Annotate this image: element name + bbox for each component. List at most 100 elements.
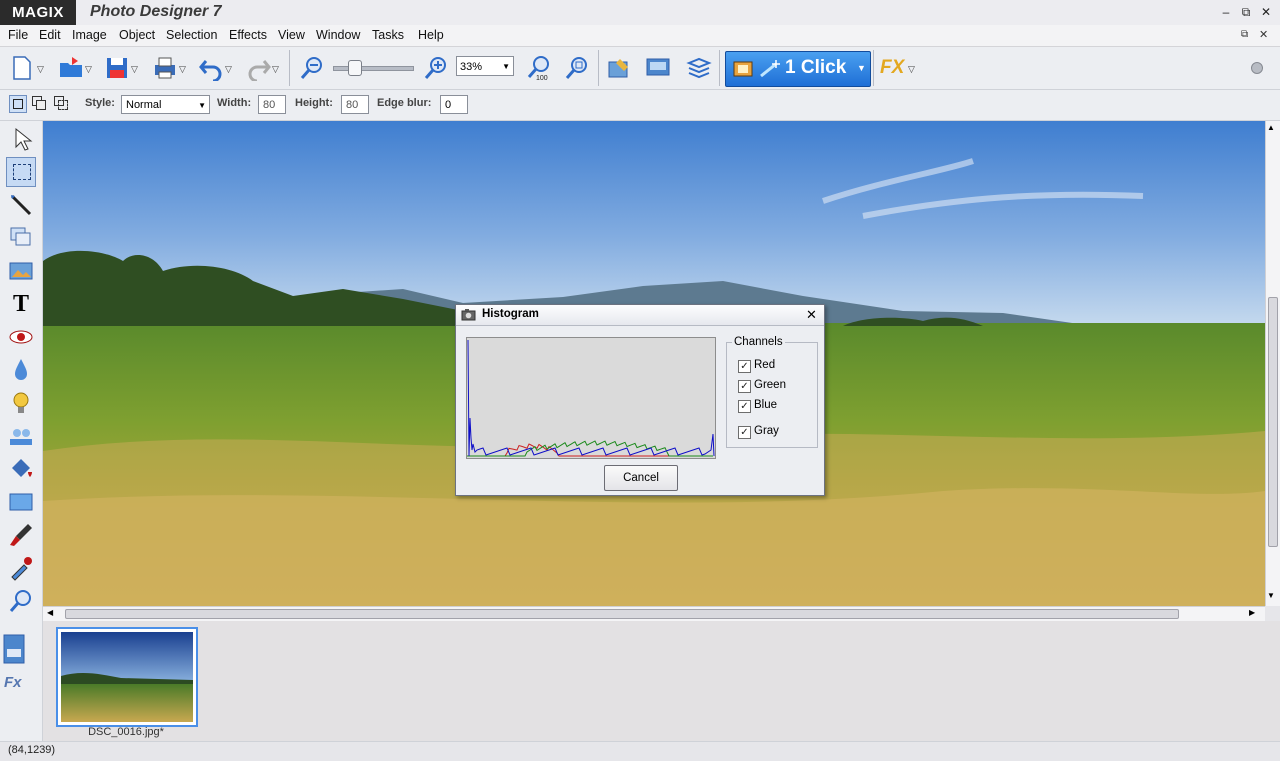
text-tool-icon[interactable]: T: [6, 289, 36, 319]
mdi-restore-icon[interactable]: ⧉: [1241, 29, 1248, 40]
image-object-tool-icon[interactable]: [6, 256, 36, 286]
fx-dropdown-icon[interactable]: ▽: [908, 64, 915, 75]
filmstrip: [43, 621, 1280, 741]
layers-icon[interactable]: [686, 55, 712, 81]
open-folder-icon[interactable]: [58, 55, 84, 81]
zoom-slider-track[interactable]: [333, 66, 414, 71]
scroll-up-icon[interactable]: ▲: [1267, 123, 1275, 132]
red-eye-tool-icon[interactable]: [6, 322, 36, 352]
save-dropdown-icon[interactable]: ▽: [131, 64, 138, 75]
menu-file[interactable]: File: [8, 28, 28, 42]
brush-line-tool-icon[interactable]: [6, 190, 36, 220]
media-pool-icon[interactable]: [2, 633, 26, 665]
magix-logo: MAGIX: [0, 0, 76, 25]
selection-mode-subtract-icon[interactable]: [54, 96, 68, 110]
gray-checkbox[interactable]: ✓: [738, 426, 751, 439]
rectangle-select-tool[interactable]: [6, 157, 36, 187]
one-click-dropdown-icon[interactable]: ▼: [857, 63, 866, 73]
selection-mode-new-icon[interactable]: [9, 95, 27, 113]
blue-checkbox[interactable]: ✓: [738, 400, 751, 413]
menu-edit[interactable]: Edit: [39, 28, 61, 42]
histogram-green-series: [467, 440, 713, 457]
menu-view[interactable]: View: [278, 28, 305, 42]
print-dropdown-icon[interactable]: ▽: [179, 64, 186, 75]
one-click-button[interactable]: 1 Click ▼: [725, 51, 871, 87]
vertical-scroll-thumb[interactable]: [1268, 297, 1278, 547]
zoom-tool-icon[interactable]: [6, 586, 36, 616]
zoom-value: 33%: [460, 61, 483, 73]
svg-text:100: 100: [536, 75, 548, 81]
height-field[interactable]: 80: [341, 95, 369, 114]
histogram-chart: [466, 337, 716, 459]
toolbar-separator: [719, 50, 720, 86]
zoom-100-icon[interactable]: 100: [526, 55, 552, 81]
width-field[interactable]: 80: [258, 95, 286, 114]
undo-icon[interactable]: [198, 55, 224, 81]
restore-button[interactable]: ⧉: [1238, 4, 1254, 20]
scroll-left-icon[interactable]: ◀: [47, 608, 53, 617]
fx-panel-icon[interactable]: Fx: [4, 674, 22, 691]
dialog-title: Histogram: [482, 308, 539, 320]
app-title: Photo Designer 7: [90, 3, 222, 20]
minimize-button[interactable]: –: [1218, 4, 1234, 20]
object-tool-icon[interactable]: [6, 223, 36, 253]
dialog-close-icon[interactable]: ✕: [806, 307, 817, 323]
style-value: Normal: [126, 99, 162, 111]
zoom-out-icon[interactable]: [299, 55, 325, 81]
photo-view-icon[interactable]: [645, 55, 671, 81]
vertical-scrollbar[interactable]: ▲ ▼: [1265, 121, 1280, 606]
magic-wand-icon: [760, 60, 780, 78]
histogram-blue-series: [467, 339, 715, 457]
fill-bucket-tool-icon[interactable]: [6, 454, 36, 484]
save-icon[interactable]: [104, 55, 130, 81]
fx-icon[interactable]: FX: [880, 57, 904, 79]
undo-dropdown-icon[interactable]: ▽: [225, 64, 232, 75]
horizontal-scrollbar[interactable]: ◀ ▶: [43, 606, 1265, 621]
redo-icon[interactable]: [246, 55, 272, 81]
style-select[interactable]: Normal ▼: [121, 95, 210, 114]
brightness-bulb-tool-icon[interactable]: [6, 388, 36, 418]
mdi-close-icon[interactable]: ✕: [1259, 28, 1268, 41]
menu-selection[interactable]: Selection: [166, 28, 217, 42]
gradient-rect-tool-icon[interactable]: [6, 487, 36, 517]
menu-tasks[interactable]: Tasks: [372, 28, 404, 42]
green-checkbox[interactable]: ✓: [738, 380, 751, 393]
menu-effects[interactable]: Effects: [229, 28, 267, 42]
close-button[interactable]: ✕: [1258, 4, 1274, 20]
cancel-button[interactable]: Cancel: [604, 465, 678, 491]
zoom-in-icon[interactable]: [423, 55, 449, 81]
menu-help[interactable]: Help: [418, 28, 444, 42]
channels-label: Channels: [732, 336, 785, 348]
width-label: Width:: [217, 97, 252, 109]
print-icon[interactable]: [152, 55, 178, 81]
red-checkbox[interactable]: ✓: [738, 360, 751, 373]
toolbar-separator: [289, 50, 290, 86]
menu-object[interactable]: Object: [119, 28, 155, 42]
new-dropdown-icon[interactable]: ▽: [37, 64, 44, 75]
scroll-right-icon[interactable]: ▶: [1249, 608, 1255, 617]
photo-edit-icon[interactable]: [606, 55, 632, 81]
redo-dropdown-icon[interactable]: ▽: [272, 64, 279, 75]
edge-blur-field[interactable]: 0: [440, 95, 468, 114]
photo-thumbnail[interactable]: [56, 627, 198, 727]
paint-brush-tool-icon[interactable]: [6, 520, 36, 550]
zoom-slider-thumb[interactable]: [348, 60, 362, 76]
one-click-photo-icon: [733, 61, 753, 77]
blue-label: Blue: [754, 399, 778, 411]
menu-window[interactable]: Window: [316, 28, 360, 42]
green-label: Green: [754, 379, 786, 391]
style-dropdown-icon: ▼: [198, 101, 206, 110]
color-picker-tool-icon[interactable]: [6, 553, 36, 583]
toolbar-options-icon[interactable]: [1251, 62, 1263, 74]
menu-image[interactable]: Image: [72, 28, 107, 42]
selection-mode-add-icon[interactable]: [32, 96, 46, 110]
zoom-fit-icon[interactable]: [564, 55, 590, 81]
horizontal-scroll-thumb[interactable]: [65, 609, 1179, 619]
open-dropdown-icon[interactable]: ▽: [85, 64, 92, 75]
blur-drop-tool-icon[interactable]: [6, 355, 36, 385]
zoom-select[interactable]: 33% ▼: [456, 56, 514, 76]
pointer-tool-icon[interactable]: [6, 124, 36, 154]
new-file-icon[interactable]: [9, 55, 35, 81]
clone-stamp-tool-icon[interactable]: [6, 421, 36, 451]
scroll-down-icon[interactable]: ▼: [1267, 591, 1275, 600]
